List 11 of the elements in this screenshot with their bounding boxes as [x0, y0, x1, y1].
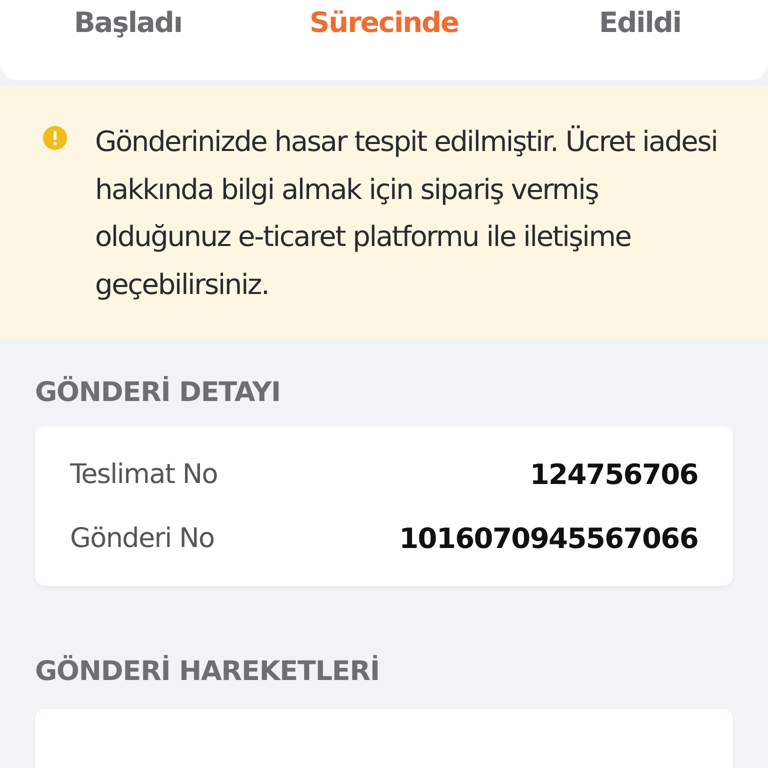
detail-label: Gönderi No [70, 522, 214, 554]
detail-value: 124756706 [530, 458, 698, 490]
detail-label: Teslimat No [70, 458, 218, 490]
detail-value: 1016070945567066 [399, 522, 698, 554]
section-title: GÖNDERİ HAREKETLERİ [35, 656, 380, 687]
status-tab[interactable]: Edildi [512, 0, 768, 39]
status-tab[interactable]: Sürecinde [256, 0, 512, 39]
alert-message: Gönderinizde hasar tespit edilmiştir. Ücret iadesi hakkında bilgi almak için sipariş vermiş olduğunuz e-ticaret platformu ile iletişime geçebilirsiniz. [95, 124, 718, 302]
status-tab[interactable]: Başladı [0, 0, 256, 39]
section-title: GÖNDERİ DETAYI [35, 377, 282, 408]
warning-icon [43, 126, 67, 150]
